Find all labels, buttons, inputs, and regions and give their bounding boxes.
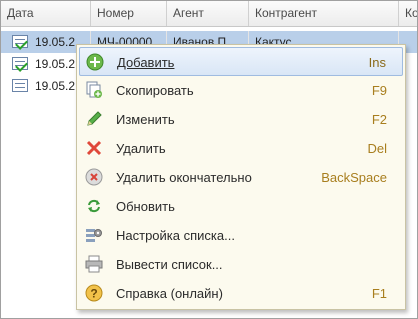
document-icon [12, 79, 28, 92]
menu-item-shortcut: F1 [371, 286, 387, 301]
menu-item-label: Настройка списка... [116, 228, 235, 243]
list-window: Дата Номер Агент Контрагент Ко 19.05.2 М… [0, 0, 418, 319]
delete-permanent-icon [85, 168, 103, 186]
help-icon: ? [85, 284, 103, 302]
menu-item-delete[interactable]: Удалить Del [79, 134, 403, 163]
menu-item-label: Обновить [116, 199, 175, 214]
column-header-extra[interactable]: Ко [399, 1, 417, 26]
menu-item-edit[interactable]: Изменить F2 [79, 105, 403, 134]
menu-item-label: Удалить окончательно [116, 170, 252, 185]
menu-item-label: Удалить [116, 141, 166, 156]
column-header-agent[interactable]: Агент [167, 1, 249, 26]
menu-item-shortcut: F2 [371, 112, 387, 127]
menu-item-add[interactable]: Добавить Ins [79, 47, 403, 76]
column-header-number[interactable]: Номер [91, 1, 167, 26]
pencil-icon [87, 111, 102, 126]
menu-item-shortcut: Del [367, 141, 387, 156]
menu-item-delete-permanent[interactable]: Удалить окончательно BackSpace [79, 163, 403, 192]
menu-item-label: Вывести список... [116, 257, 223, 272]
menu-item-print-list[interactable]: Вывести список... [79, 250, 403, 279]
menu-item-shortcut: BackSpace [321, 170, 387, 185]
menu-item-list-settings[interactable]: Настройка списка... [79, 221, 403, 250]
grid-header: Дата Номер Агент Контрагент Ко [1, 1, 417, 27]
menu-item-copy[interactable]: Скопировать F9 [79, 76, 403, 105]
context-menu: Добавить Ins Скопировать F9 Изменить F2 [76, 44, 406, 310]
svg-text:?: ? [90, 287, 97, 301]
column-header-date[interactable]: Дата [1, 1, 91, 26]
copy-icon [86, 81, 102, 98]
column-header-contractor[interactable]: Контрагент [249, 1, 399, 26]
menu-item-label: Изменить [116, 112, 175, 127]
delete-icon [86, 140, 102, 156]
menu-item-help[interactable]: ? Справка (онлайн) F1 [79, 279, 403, 308]
menu-item-label: Добавить [117, 55, 175, 70]
list-settings-icon [86, 229, 102, 242]
menu-item-shortcut: Ins [368, 55, 386, 70]
menu-item-refresh[interactable]: Обновить [79, 192, 403, 221]
refresh-icon [88, 199, 100, 213]
menu-item-label: Справка (онлайн) [116, 286, 223, 301]
add-icon [86, 53, 104, 71]
menu-item-shortcut: F9 [371, 83, 387, 98]
menu-item-label: Скопировать [116, 83, 194, 98]
printer-icon [85, 255, 103, 273]
